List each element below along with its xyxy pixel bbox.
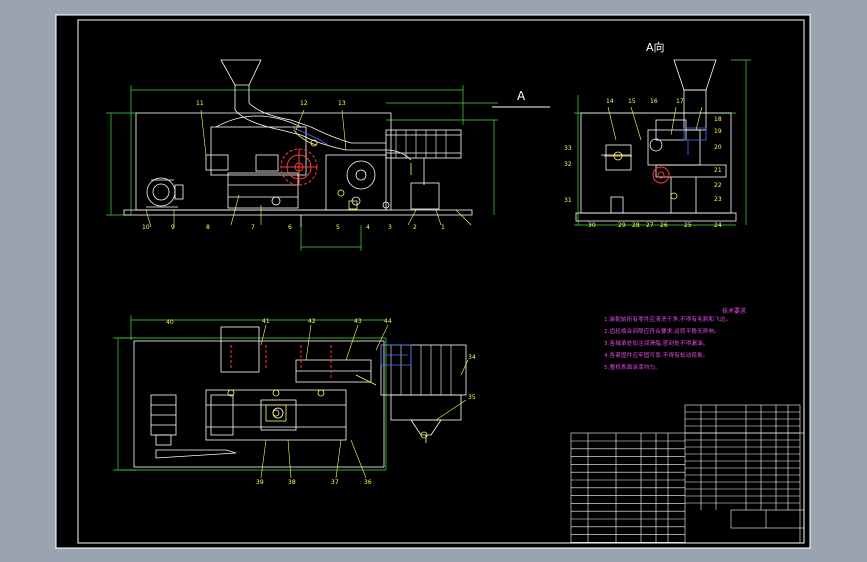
part-label: 27 <box>646 222 654 229</box>
side-hopper <box>673 59 717 91</box>
part-label: 43 <box>354 318 362 325</box>
part-label: 37 <box>331 479 339 486</box>
part-label: 19 <box>714 128 722 135</box>
part-label: 17 <box>676 98 684 105</box>
part-label: 3 <box>388 224 392 231</box>
front-conveyor <box>385 129 462 159</box>
front-hopper <box>220 59 262 86</box>
tech-note: 4.各紧固件应牢固可靠,不得有松动现象。 <box>604 353 709 359</box>
part-label: 32 <box>564 161 572 168</box>
part-label: 31 <box>564 197 572 204</box>
view-label-a: A向 <box>646 41 665 54</box>
part-label: 26 <box>660 222 668 229</box>
part-label: 16 <box>650 98 658 105</box>
tech-note: 2.齿轮啮合间隙应符合要求,运转平稳无异响。 <box>604 329 720 335</box>
side-yellow-details <box>604 151 678 200</box>
part-label: 30 <box>588 222 596 229</box>
part-label: 8 <box>206 224 210 231</box>
part-label: 22 <box>714 182 722 189</box>
part-numbers: 11 12 13 10 9 8 7 6 5 4 3 2 1 14 15 16 1… <box>142 98 722 486</box>
part-label: 6 <box>288 224 292 231</box>
part-label: 25 <box>684 222 692 229</box>
front-gear <box>280 148 318 186</box>
side-dimensions <box>574 59 751 226</box>
side-hidden-lines <box>683 127 707 155</box>
part-label: 41 <box>262 318 270 325</box>
part-label: 20 <box>714 144 722 151</box>
part-label: 1 <box>441 224 445 231</box>
title-block <box>570 404 805 544</box>
part-label: 15 <box>628 98 636 105</box>
part-label: 18 <box>714 116 722 123</box>
plan-gearbox <box>205 389 347 441</box>
part-label: 5 <box>336 224 340 231</box>
tech-note: 3.各轴承处加注润滑脂,密封处不得漏油。 <box>604 341 709 347</box>
tech-note: 5.整机表面涂漆均匀。 <box>604 365 661 371</box>
side-view <box>574 59 751 226</box>
section-label-a: A <box>517 89 526 103</box>
tech-note: 1.装配前所有零件应清洗干净,不得有毛刺和飞边。 <box>604 317 732 323</box>
part-label: 12 <box>300 100 308 107</box>
plan-conveyor <box>380 344 467 396</box>
part-label: 44 <box>384 318 392 325</box>
part-label: 28 <box>632 222 640 229</box>
part-label: 13 <box>338 100 346 107</box>
side-gear <box>652 166 670 184</box>
part-label: 9 <box>171 224 175 231</box>
part-label: 2 <box>413 224 417 231</box>
part-label: 24 <box>714 222 722 229</box>
part-label: 11 <box>196 100 204 107</box>
part-label: 40 <box>166 319 174 326</box>
part-label: 14 <box>606 98 614 105</box>
tech-notes-title: 技术要求 <box>722 308 747 315</box>
drawing-sheet: 11 12 13 10 9 8 7 6 5 4 3 2 1 14 15 16 1… <box>55 14 811 549</box>
front-motor <box>146 177 184 208</box>
part-label: 38 <box>288 479 296 486</box>
part-label: 35 <box>468 394 476 401</box>
plan-hidden-lines <box>380 344 412 366</box>
part-label: 33 <box>564 145 572 152</box>
plan-yellow-details <box>227 374 428 439</box>
part-label: 42 <box>308 318 316 325</box>
plan-dimensions <box>113 315 387 471</box>
front-dimensions <box>106 85 498 251</box>
plan-view <box>113 315 467 471</box>
plan-hopper-outlet <box>220 326 260 373</box>
front-yellow-details <box>293 129 412 210</box>
part-label: 10 <box>142 224 150 231</box>
part-label: 7 <box>251 224 255 231</box>
part-label: 34 <box>468 354 476 361</box>
part-label: 39 <box>256 479 264 486</box>
part-label: 4 <box>366 224 370 231</box>
part-label: 23 <box>714 196 722 203</box>
part-label: 36 <box>364 479 372 486</box>
inner-frame <box>77 19 805 544</box>
part-label: 21 <box>714 167 722 174</box>
cad-drawing: 11 12 13 10 9 8 7 6 5 4 3 2 1 14 15 16 1… <box>56 15 810 548</box>
plan-red-details <box>230 345 332 380</box>
part-label: 29 <box>618 222 626 229</box>
